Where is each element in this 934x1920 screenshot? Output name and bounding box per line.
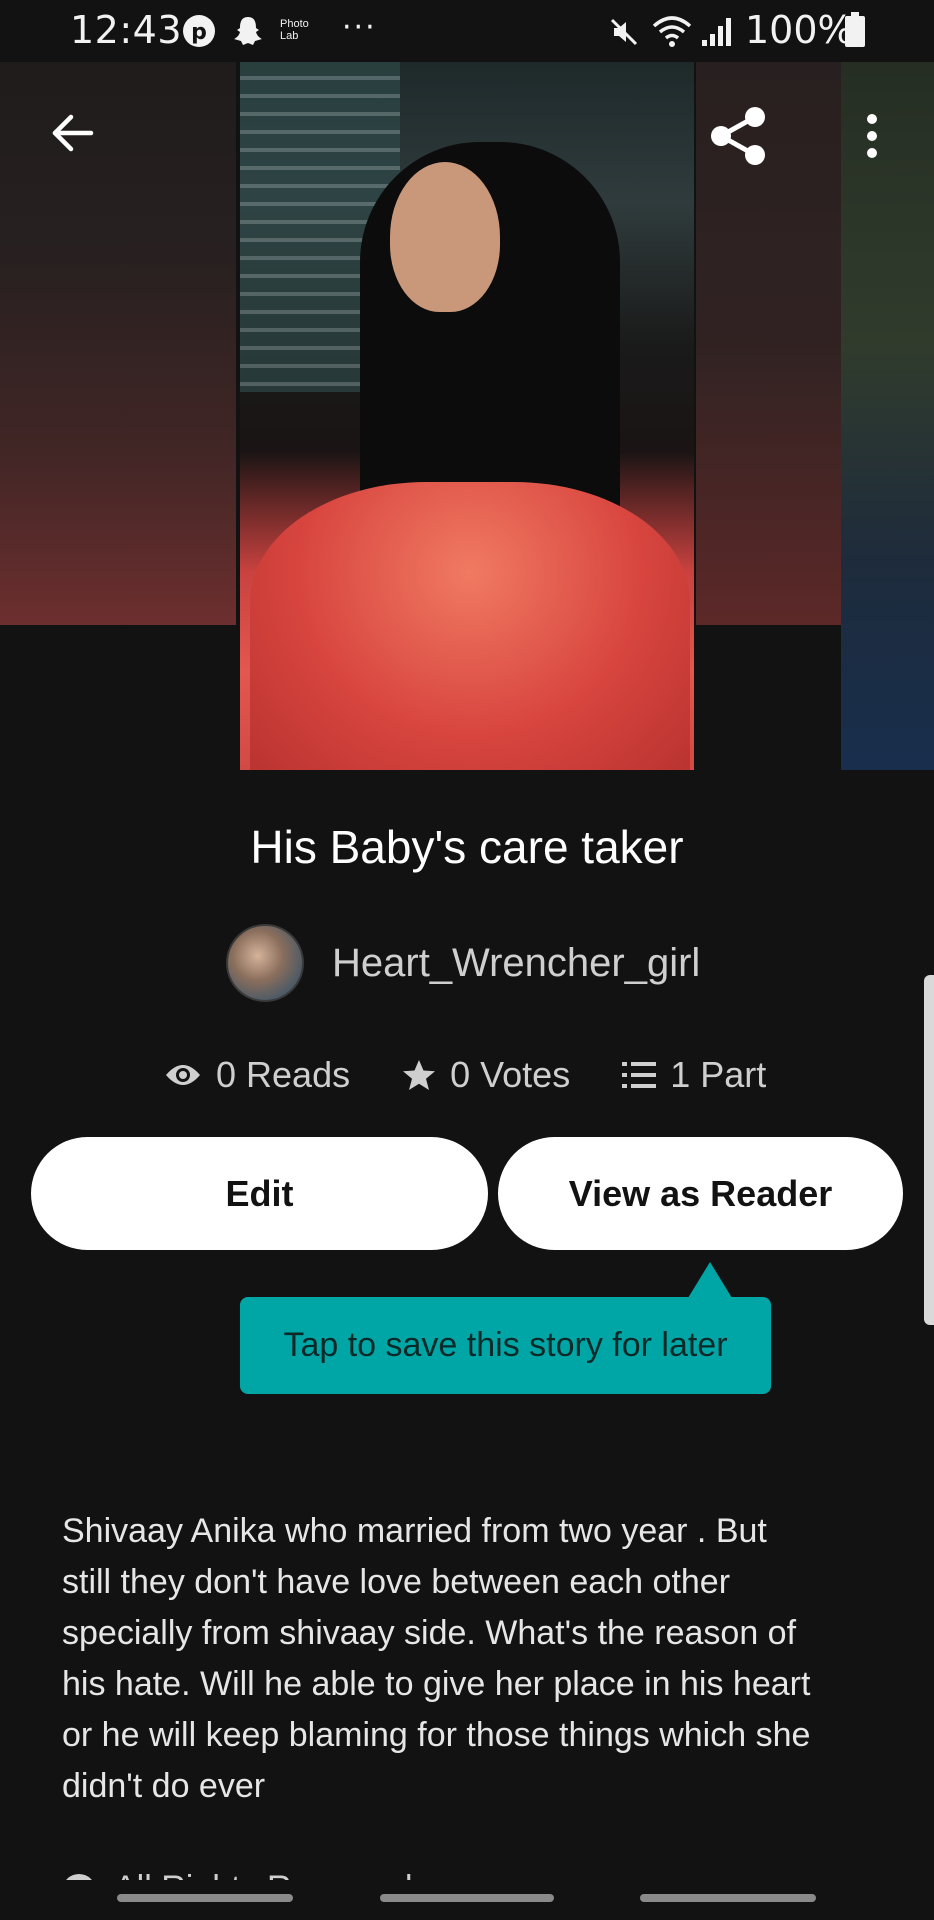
votes-count: 0 Votes: [450, 1054, 571, 1095]
story-description: Shivaay Anika who married from two year …: [62, 1512, 811, 1805]
author-link[interactable]: Heart_Wrencher_girl: [226, 922, 700, 1004]
share-button[interactable]: [700, 98, 776, 174]
arrow-left-icon: [52, 114, 94, 152]
nav-home-button[interactable]: [380, 1894, 554, 1902]
more-options-button[interactable]: [852, 104, 892, 168]
story-cover-image[interactable]: [240, 62, 694, 770]
navigation-bar: [0, 1880, 934, 1920]
story-stats: 0 Reads 0 Votes 1 Part: [164, 1050, 766, 1100]
mute-icon: [608, 16, 640, 52]
tooltip-arrow: [688, 1262, 732, 1298]
edit-button[interactable]: Edit: [31, 1137, 488, 1250]
view-as-reader-button[interactable]: View as Reader: [498, 1137, 903, 1250]
more-vertical-icon: [867, 114, 877, 158]
tooltip-text: Tap to save this story for later: [283, 1326, 728, 1364]
wifi-icon: [652, 14, 692, 52]
nav-back-button[interactable]: [117, 1894, 293, 1902]
back-button[interactable]: [38, 98, 108, 168]
signal-icon: [700, 14, 734, 52]
parts-count[interactable]: 1 Part: [670, 1054, 766, 1096]
next-story-cover-2[interactable]: [841, 62, 934, 770]
cover-figure-skirt: [250, 482, 690, 770]
eye-icon: [164, 1061, 202, 1089]
previous-story-cover[interactable]: [0, 62, 236, 625]
battery-percent: 100%: [745, 8, 854, 52]
battery-icon: [844, 12, 866, 52]
status-time: 12:43: [70, 8, 183, 52]
snapchat-icon: [232, 14, 264, 52]
save-story-tooltip[interactable]: Tap to save this story for later: [240, 1297, 771, 1394]
scrollbar-thumb[interactable]: [924, 975, 934, 1325]
reads-count: 0 Reads: [216, 1054, 351, 1095]
author-name[interactable]: Heart_Wrencher_girl: [332, 941, 700, 986]
star-icon: [402, 1058, 436, 1092]
story-title: His Baby's care taker: [250, 821, 684, 873]
votes-stat: 0 Votes: [402, 1054, 570, 1096]
svg-text:p: p: [191, 20, 207, 45]
avatar[interactable]: [226, 924, 304, 1002]
photo-lab-icon: Photo Lab: [280, 18, 309, 42]
pinterest-icon: p: [182, 14, 216, 52]
status-bar: 12:43 p Photo Lab ··· 100%: [0, 0, 934, 62]
reads-stat: 0 Reads: [164, 1054, 350, 1096]
parts-stat[interactable]: 1 Part: [622, 1054, 766, 1096]
nav-recents-button[interactable]: [640, 1894, 816, 1902]
cover-figure-face: [390, 162, 500, 312]
more-notifications-indicator: ···: [342, 10, 377, 45]
share-icon: [711, 107, 765, 165]
list-icon: [622, 1060, 657, 1090]
